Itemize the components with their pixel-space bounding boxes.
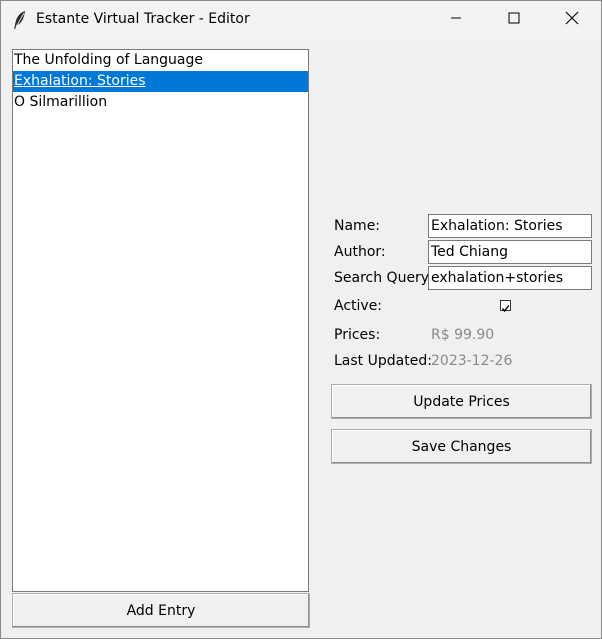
update-prices-button[interactable]: Update Prices xyxy=(331,384,592,419)
search-query-input[interactable] xyxy=(428,266,592,290)
last-updated-value: 2023-12-26 xyxy=(431,353,513,369)
list-item[interactable]: O Silmarillion xyxy=(13,92,308,113)
prices-label: Prices: xyxy=(334,327,381,343)
add-entry-button[interactable]: Add Entry xyxy=(12,593,310,628)
search-query-label: Search Query: xyxy=(334,270,433,286)
list-item-selected[interactable]: Exhalation: Stories xyxy=(13,71,308,92)
name-input[interactable] xyxy=(428,214,592,238)
entries-listbox[interactable]: The Unfolding of Language Exhalation: St… xyxy=(12,49,309,592)
checkmark-icon xyxy=(501,301,510,313)
active-checkbox[interactable] xyxy=(500,300,511,313)
name-label: Name: xyxy=(334,218,381,234)
feather-icon xyxy=(12,10,28,30)
active-label: Active: xyxy=(334,298,383,314)
editor-window: Estante Virtual Tracker - Editor The Unf… xyxy=(0,0,602,639)
window-title: Estante Virtual Tracker - Editor xyxy=(36,11,250,27)
maximize-icon xyxy=(508,12,520,28)
close-button[interactable] xyxy=(543,1,601,39)
close-icon xyxy=(565,11,579,29)
list-item[interactable]: The Unfolding of Language xyxy=(13,50,308,71)
maximize-button[interactable] xyxy=(485,1,543,39)
minimize-button[interactable] xyxy=(427,1,485,39)
author-label: Author: xyxy=(334,244,386,260)
title-bar[interactable]: Estante Virtual Tracker - Editor xyxy=(1,1,601,39)
save-changes-button[interactable]: Save Changes xyxy=(331,429,592,464)
minimize-icon xyxy=(450,12,462,28)
prices-value: R$ 99.90 xyxy=(431,327,495,343)
last-updated-label: Last Updated: xyxy=(334,353,432,369)
author-input[interactable] xyxy=(428,240,592,264)
